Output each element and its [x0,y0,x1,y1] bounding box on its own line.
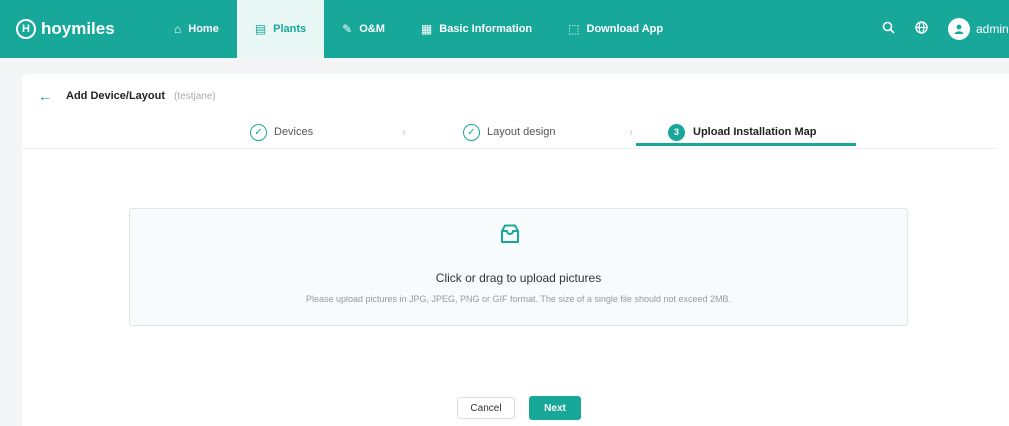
nav-item-label: Plants [273,23,307,35]
plants-icon: ▤ [254,22,267,36]
cancel-button[interactable]: Cancel [457,397,515,419]
nav-item-label: Basic Information [439,23,533,35]
nav-item-label: O&M [359,23,385,35]
nav-item-label: Download App [586,23,664,35]
step-label: Devices [274,126,314,138]
user-name[interactable]: admin [976,22,1009,36]
next-button[interactable]: Next [529,396,581,420]
download-icon: ⬚ [568,22,580,36]
check-circle-icon: ✓ [250,123,267,141]
globe-icon[interactable] [915,21,928,37]
nav-item-plants[interactable]: ▤ Plants [236,0,325,58]
check-circle-icon: ✓ [463,123,480,141]
brand-logo[interactable]: H hoymiles [16,19,156,39]
inbox-icon [501,224,519,243]
upload-hint: Please upload pictures in JPG, JPEG, PNG… [305,294,732,304]
upload-dropzone[interactable]: Click or drag to upload pictures Please … [129,208,908,326]
search-icon[interactable] [882,21,895,37]
wrench-icon: ✎ [342,22,353,36]
page-subtitle: (testjane) [174,90,216,102]
step-label: Upload Installation Map [693,126,817,138]
brand-name: hoymiles [41,19,115,38]
page-header: ← Add Device/Layout (testjane) [38,88,216,104]
step-devices[interactable]: ✓ Devices [250,116,313,148]
top-navigation-bar: H hoymiles ⌂ Home ▤ Plants ✎ O&M ▦ Basic… [0,0,1009,58]
nav-item-home[interactable]: ⌂ Home [156,0,237,58]
nav-item-o-and-m[interactable]: ✎ O&M [324,0,403,58]
avatar[interactable] [948,18,970,40]
chevron-right-icon: › [402,125,406,139]
document-icon: ▦ [420,22,433,36]
step-layout-design[interactable]: ✓ Layout design [463,116,556,148]
main-nav: ⌂ Home ▤ Plants ✎ O&M ▦ Basic Informatio… [156,0,681,58]
nav-item-download-app[interactable]: ⬚ Download App [550,0,681,58]
page-title: Add Device/Layout [66,90,166,102]
step-number: 3 [668,123,685,141]
home-icon: ⌂ [174,22,182,36]
back-arrow-icon[interactable]: ← [38,88,52,104]
active-step-indicator [636,143,856,146]
content-card: ← Add Device/Layout (testjane) ✓ Devices… [22,74,1009,426]
header-actions: admin [882,0,1009,58]
step-label: Layout design [487,126,556,138]
hoymiles-logo-icon: H [16,19,36,39]
chevron-right-icon: › [629,125,633,139]
nav-item-label: Home [188,23,219,35]
upload-instruction: Click or drag to upload pictures [435,271,602,285]
nav-item-basic-information[interactable]: ▦ Basic Information [403,0,550,58]
